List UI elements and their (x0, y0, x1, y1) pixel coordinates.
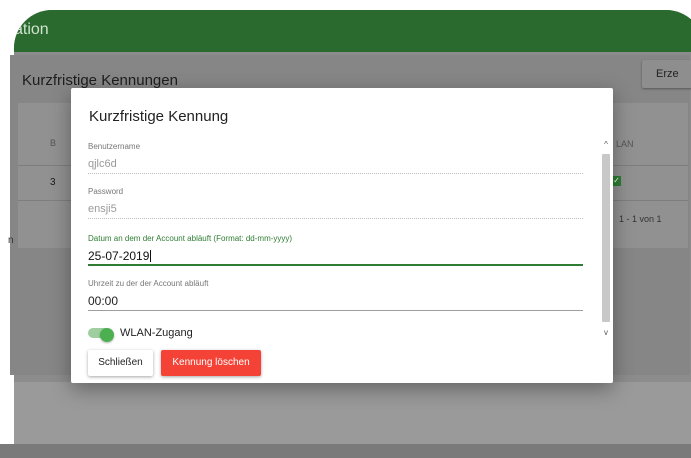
pagination-text: 1 - 1 von 1 (619, 214, 662, 224)
expiry-date-label: Datum an dem der Account abläuft (Format… (88, 234, 293, 243)
wlan-check-icon: ✓ (612, 176, 621, 186)
close-button[interactable]: Schließen (88, 350, 153, 376)
toggle-knob (100, 328, 114, 342)
wlan-toggle-row[interactable]: WLAN-Zugang (88, 326, 288, 342)
page-title: Kurzfristige Kennungen (22, 72, 178, 89)
password-label: Password (88, 187, 124, 196)
username-label: Benutzername (88, 142, 141, 151)
dialog-title: Kurzfristige Kennung (89, 108, 229, 125)
table-cell: 3 (50, 177, 56, 188)
app-bar: ation (14, 10, 691, 52)
password-value[interactable]: ensji5 (88, 201, 583, 219)
expiry-date-value: 25-07-2019 (88, 249, 150, 263)
delete-credential-button[interactable]: Kennung löschen (161, 350, 261, 376)
page-footer-area (14, 382, 691, 452)
username-field[interactable]: Benutzername qjlc6d (88, 142, 583, 174)
edit-credential-dialog: Kurzfristige Kennung Benutzername qjlc6d… (71, 88, 613, 383)
table-header: B (50, 138, 57, 148)
dialog-scrollbar[interactable]: ^ v (601, 138, 611, 340)
username-value[interactable]: qjlc6d (88, 156, 583, 174)
expiry-date-input[interactable]: 25-07-2019 (88, 248, 583, 266)
sidebar-fragment: n (8, 235, 14, 246)
scroll-thumb[interactable] (602, 154, 610, 322)
scroll-down-icon[interactable]: v (601, 328, 611, 338)
password-field[interactable]: Password ensji5 (88, 187, 583, 219)
expiry-time-value[interactable]: 00:00 (88, 293, 583, 311)
window-bottom-edge (0, 444, 691, 458)
screen: ation Kurzfristige Kennungen Erze B 3 LA… (0, 0, 691, 458)
wlan-toggle-label: WLAN-Zugang (120, 327, 193, 339)
table-header-wlan: LAN (616, 139, 634, 149)
app-title: ation (14, 21, 49, 38)
expiry-time-label: Uhrzeit zu der der Account abläuft (88, 279, 209, 288)
create-button[interactable]: Erze (642, 60, 691, 88)
expiry-time-field[interactable]: Uhrzeit zu der der Account abläuft 00:00 (88, 279, 583, 311)
wlan-toggle[interactable] (88, 328, 114, 342)
scroll-up-icon[interactable]: ^ (601, 140, 611, 150)
text-caret (150, 250, 152, 262)
expiry-date-field[interactable]: Datum an dem der Account abläuft (Format… (88, 234, 583, 266)
